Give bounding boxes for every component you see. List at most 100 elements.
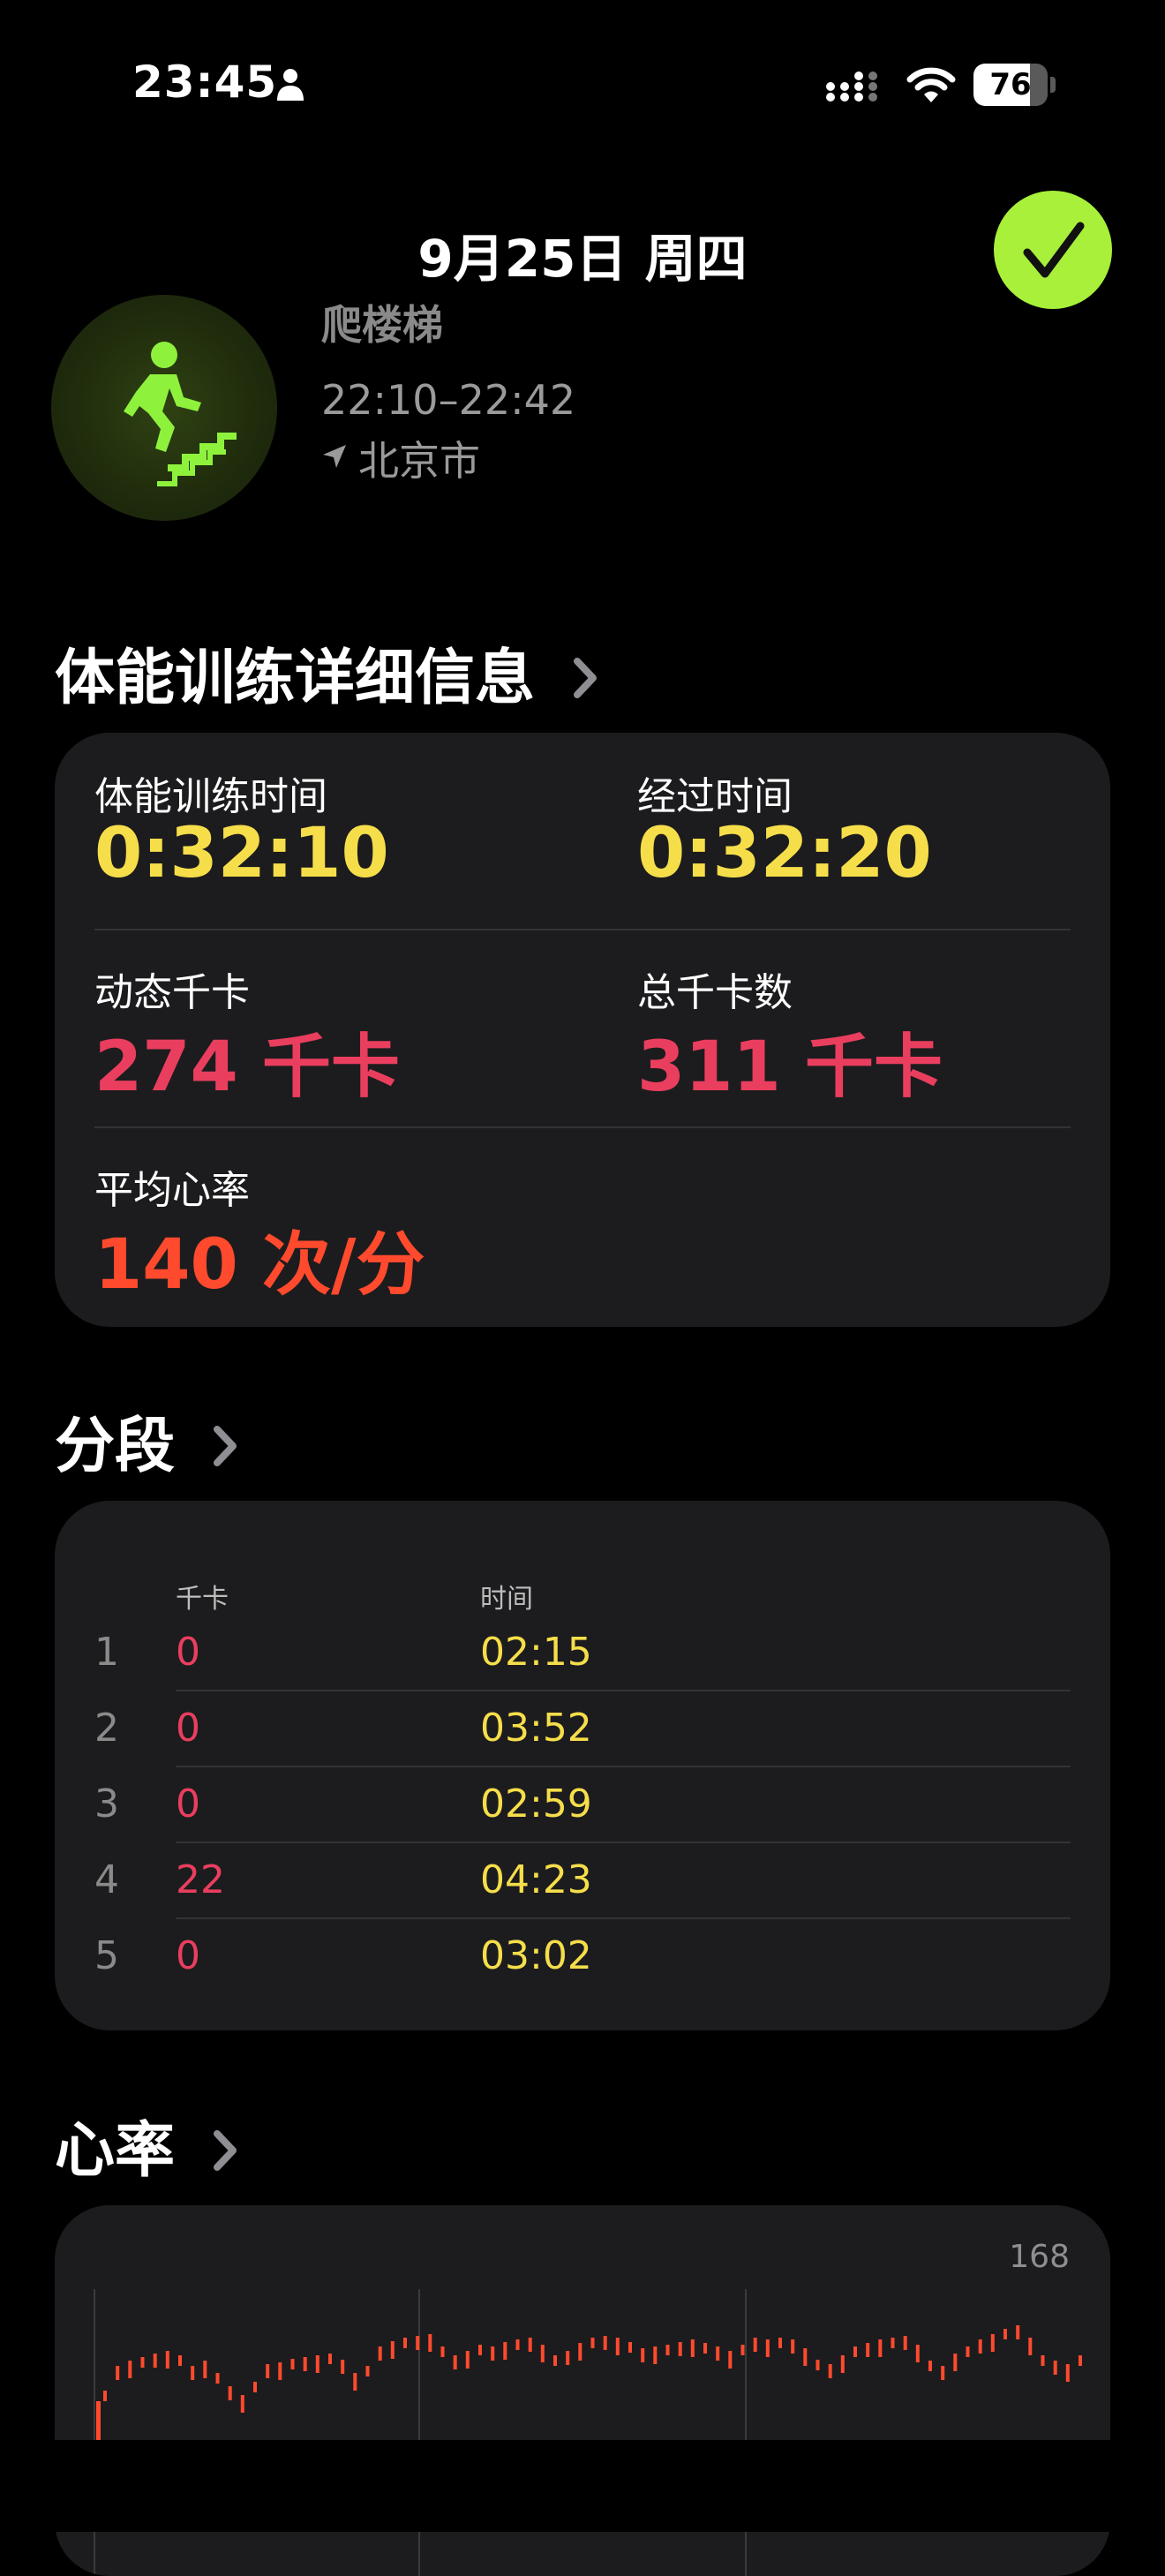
heart-rate-sample (1028, 2338, 1033, 2355)
heart-rate-sample (178, 2355, 182, 2366)
heart-rate-sample (215, 2373, 220, 2384)
heart-rate-sample (966, 2346, 970, 2357)
heart-rate-sample (690, 2339, 695, 2357)
heart-rate-header[interactable]: 心率 (55, 2101, 238, 2188)
heart-rate-sample (1065, 2364, 1070, 2382)
heart-rate-title: 心率 (55, 2116, 176, 2186)
heart-rate-sample (191, 2366, 195, 2380)
heart-rate-sample (465, 2351, 470, 2369)
divider (176, 1766, 1071, 1767)
heart-rate-sample (1003, 2329, 1007, 2339)
heart-rate-sample (915, 2345, 920, 2362)
heart-rate-sample (816, 2360, 820, 2370)
done-button[interactable] (994, 191, 1112, 309)
split-calories: 0 (176, 1630, 200, 1675)
heart-rate-sample (866, 2343, 870, 2357)
heart-rate-sample (840, 2355, 845, 2373)
heart-rate-sample (253, 2382, 257, 2392)
split-calories: 0 (176, 1781, 200, 1827)
heart-rate-sample (791, 2339, 795, 2354)
heart-rate-sample (703, 2343, 707, 2354)
heart-rate-sample (403, 2338, 407, 2348)
heart-rate-sample (290, 2359, 295, 2369)
heart-rate-sample (278, 2362, 282, 2380)
split-number: 2 (94, 1706, 119, 1751)
split-number: 1 (94, 1630, 119, 1675)
location-arrow-icon (323, 445, 346, 468)
divider (94, 929, 1071, 930)
splits-title: 分段 (55, 1412, 176, 1481)
heart-rate-sample (503, 2342, 507, 2360)
heart-rate-sample (428, 2334, 432, 2352)
heart-rate-sample (365, 2366, 370, 2376)
heart-rate-sample (903, 2336, 907, 2350)
checkmark-icon (1023, 222, 1085, 278)
workout-time-range: 22:10–22:42 (321, 376, 576, 424)
heart-rate-sample (515, 2339, 520, 2350)
heart-rate-sample (341, 2360, 345, 2374)
page-title: 9月25日 周四 (417, 229, 748, 289)
divider (176, 1690, 1071, 1691)
heart-rate-sample (665, 2345, 670, 2355)
heart-rate-sample (891, 2338, 895, 2348)
heart-rate-sample (1053, 2361, 1057, 2375)
heart-rate-sample (203, 2361, 207, 2378)
heart-rate-sample (303, 2357, 307, 2371)
splits-card: 千卡 时间 1 0 02:15 2 0 03:52 3 0 02:59 4 22… (55, 1501, 1110, 2030)
heart-rate-sample (553, 2355, 557, 2366)
divider (176, 1917, 1071, 1919)
divider (94, 1126, 1071, 1128)
heart-rate-sample (528, 2338, 532, 2352)
heart-rate-sample (641, 2348, 645, 2362)
workout-time-value: 0:32:10 (94, 814, 389, 893)
splits-header[interactable]: 分段 (55, 1397, 238, 1484)
splits-col-time: 时间 (480, 1584, 533, 1615)
chevron-right-icon (213, 2130, 237, 2171)
heart-rate-sample (165, 2351, 169, 2369)
heart-rate-sample (1079, 2355, 1082, 2366)
person-icon (277, 69, 304, 101)
elapsed-time-value: 0:32:20 (637, 814, 932, 893)
split-number: 5 (94, 1933, 119, 1978)
heart-rate-sample (440, 2346, 445, 2357)
heart-rate-sample (778, 2338, 782, 2348)
heart-rate-sample (615, 2338, 620, 2355)
heart-rate-sample (728, 2351, 733, 2369)
heart-rate-sample (753, 2338, 757, 2352)
heart-rate-sample (266, 2364, 270, 2378)
heart-rate-sample (928, 2361, 932, 2371)
heart-rate-sample (716, 2346, 720, 2361)
heart-rate-sample (416, 2336, 420, 2350)
workout-type-badge (51, 295, 277, 521)
heart-rate-sample (678, 2342, 682, 2356)
chevron-right-icon (213, 1426, 237, 1466)
battery-level: 76 (989, 67, 1032, 102)
total-calories-label: 总千卡数 (637, 970, 793, 1015)
workout-time-label: 体能训练时间 (94, 774, 327, 819)
split-calories: 0 (176, 1706, 200, 1751)
heart-rate-sample (828, 2364, 832, 2378)
heart-rate-sample (765, 2339, 770, 2357)
chevron-right-icon (573, 658, 597, 698)
split-number: 3 (94, 1781, 119, 1827)
workout-details-header[interactable]: 体能训练详细信息 (55, 629, 598, 716)
heart-rate-sample (116, 2366, 120, 2380)
heart-rate-sample (240, 2395, 244, 2413)
divider (176, 1842, 1071, 1843)
split-number: 4 (94, 1857, 119, 1902)
heart-rate-sample (603, 2336, 607, 2350)
heart-rate-sample (453, 2355, 457, 2369)
workout-details-title: 体能训练详细信息 (55, 644, 536, 713)
heart-rate-sample (228, 2386, 232, 2400)
heart-rate-sample (140, 2357, 145, 2368)
heart-rate-sample (803, 2348, 808, 2366)
heart-rate-sample (378, 2346, 382, 2361)
split-time: 03:52 (480, 1706, 592, 1751)
heart-rate-sample (328, 2354, 332, 2364)
cellular-signal-icon (826, 72, 877, 102)
workout-location: 北京市 (358, 437, 480, 485)
heart-rate-sample (353, 2373, 357, 2391)
split-time: 03:02 (480, 1933, 592, 1978)
average-heart-rate-value: 140 次/分 (94, 1225, 425, 1305)
total-calories-value: 311 千卡 (637, 1028, 943, 1107)
